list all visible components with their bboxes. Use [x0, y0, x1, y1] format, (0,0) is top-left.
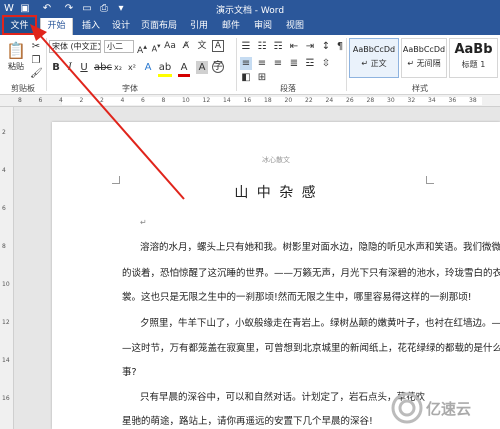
watermark-text: 亿速云 — [426, 400, 472, 418]
annotation-arrow — [30, 24, 185, 200]
watermark-logo-icon — [391, 392, 423, 424]
watermark: 亿速云 — [386, 390, 500, 426]
